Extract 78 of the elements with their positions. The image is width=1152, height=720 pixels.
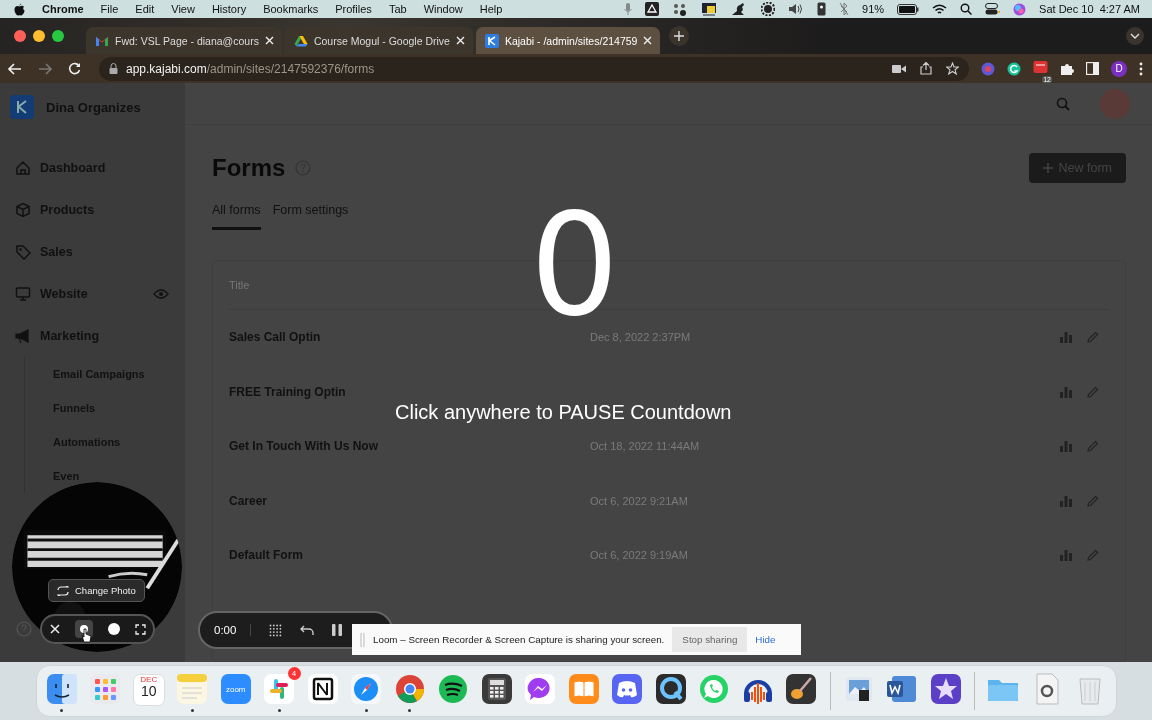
- wifi-icon[interactable]: [932, 3, 948, 15]
- share-icon[interactable]: [920, 62, 932, 75]
- calendar-extension-icon[interactable]: [1033, 59, 1048, 74]
- browser-tab[interactable]: Kajabi - /admin/sites/214759: [475, 27, 661, 54]
- bluetooth-icon[interactable]: [839, 2, 850, 16]
- drag-handle-icon: [360, 632, 365, 647]
- app-menu[interactable]: Chrome: [42, 3, 84, 15]
- menu-item[interactable]: Bookmarks: [263, 3, 319, 15]
- stop-sharing-button[interactable]: Stop sharing: [672, 627, 748, 652]
- microphone-icon[interactable]: [624, 3, 633, 15]
- minimize-window-icon[interactable]: [33, 30, 45, 42]
- zoom-window-icon[interactable]: [52, 30, 64, 42]
- color-wheel-icon[interactable]: [981, 61, 995, 76]
- sharing-message: Loom – Screen Recorder & Screen Capture is sharing your screen.: [373, 634, 665, 645]
- dots-icon[interactable]: [672, 2, 689, 16]
- countdown-hint[interactable]: Click anywhere to PAUSE Countdown: [395, 401, 732, 424]
- chevron-down-icon[interactable]: [1126, 27, 1144, 45]
- close-icon[interactable]: [643, 36, 653, 45]
- apple-icon[interactable]: [14, 2, 25, 16]
- dot-grid-icon[interactable]: [269, 623, 283, 637]
- menubar-clock[interactable]: Sat Dec 10 4:27 AM: [1039, 3, 1140, 15]
- speaker-icon[interactable]: [788, 3, 805, 15]
- hide-link[interactable]: Hide: [755, 634, 776, 645]
- lock-icon: [109, 63, 118, 74]
- close-window-icon[interactable]: [14, 30, 26, 42]
- menu-item[interactable]: File: [100, 3, 119, 15]
- toggle-icon[interactable]: [985, 3, 1001, 15]
- square-logo-icon: [484, 33, 499, 48]
- phone-icon[interactable]: [817, 2, 827, 16]
- puzzle-icon[interactable]: [1060, 61, 1074, 76]
- menu-item[interactable]: Tab: [388, 3, 407, 15]
- megaphone-icon: [15, 328, 31, 344]
- page-title: Forms: [212, 154, 286, 182]
- pause-icon[interactable]: [332, 624, 343, 636]
- box-icon: [15, 202, 31, 218]
- sidebar-icon[interactable]: [1086, 62, 1099, 75]
- tag-icon: [15, 244, 31, 260]
- back-icon[interactable]: [8, 62, 22, 75]
- forward-icon[interactable]: [38, 62, 52, 75]
- mail-icon: [95, 34, 109, 47]
- monitor-icon[interactable]: [701, 2, 718, 16]
- drive-icon: [293, 34, 308, 47]
- menu-item[interactable]: Window: [423, 3, 463, 15]
- menu-item[interactable]: Edit: [135, 3, 155, 15]
- large-circle-icon[interactable]: [107, 623, 120, 635]
- close-icon[interactable]: [455, 36, 465, 45]
- battery-percent: 91%: [862, 3, 885, 15]
- plus-icon[interactable]: [669, 26, 690, 46]
- browser-tab[interactable]: Fwd: VSL Page - diana@cours: [86, 27, 282, 54]
- monitor-icon: [15, 286, 31, 302]
- browser-tab[interactable]: Course Mogul - Google Drive: [284, 27, 473, 54]
- battery-icon[interactable]: [897, 3, 920, 15]
- swap-icon: [57, 585, 69, 596]
- menu-item[interactable]: History: [211, 3, 247, 15]
- timer: 0:00: [214, 624, 252, 636]
- close-icon[interactable]: [264, 36, 274, 45]
- fullscreen-icon[interactable]: [134, 623, 146, 635]
- menu-item[interactable]: Help: [479, 3, 503, 15]
- address-bar[interactable]: app.kajabi.com/admin/sites/2147592376/forms: [99, 56, 969, 81]
- gear-icon[interactable]: [761, 2, 776, 16]
- search-icon[interactable]: [960, 3, 973, 15]
- camera-icon[interactable]: [892, 63, 906, 74]
- square-logo-icon: [10, 95, 34, 119]
- undo-icon[interactable]: [300, 624, 315, 636]
- profile-avatar[interactable]: D: [1111, 60, 1127, 77]
- orb-icon[interactable]: [1013, 2, 1027, 16]
- change-photo-button[interactable]: Change Photo: [48, 579, 145, 602]
- home-icon: [15, 160, 31, 176]
- more-menu-icon[interactable]: [1139, 61, 1143, 76]
- menu-item[interactable]: Profiles: [335, 3, 372, 15]
- star-icon[interactable]: [946, 62, 959, 75]
- menu-item[interactable]: View: [171, 3, 195, 15]
- close-icon[interactable]: [49, 624, 60, 634]
- plus-icon: [1042, 163, 1053, 173]
- reload-icon[interactable]: [68, 62, 81, 75]
- cursor-icon: [80, 628, 92, 644]
- letter-circle-icon[interactable]: [1007, 61, 1021, 76]
- triangle-icon[interactable]: [645, 2, 660, 16]
